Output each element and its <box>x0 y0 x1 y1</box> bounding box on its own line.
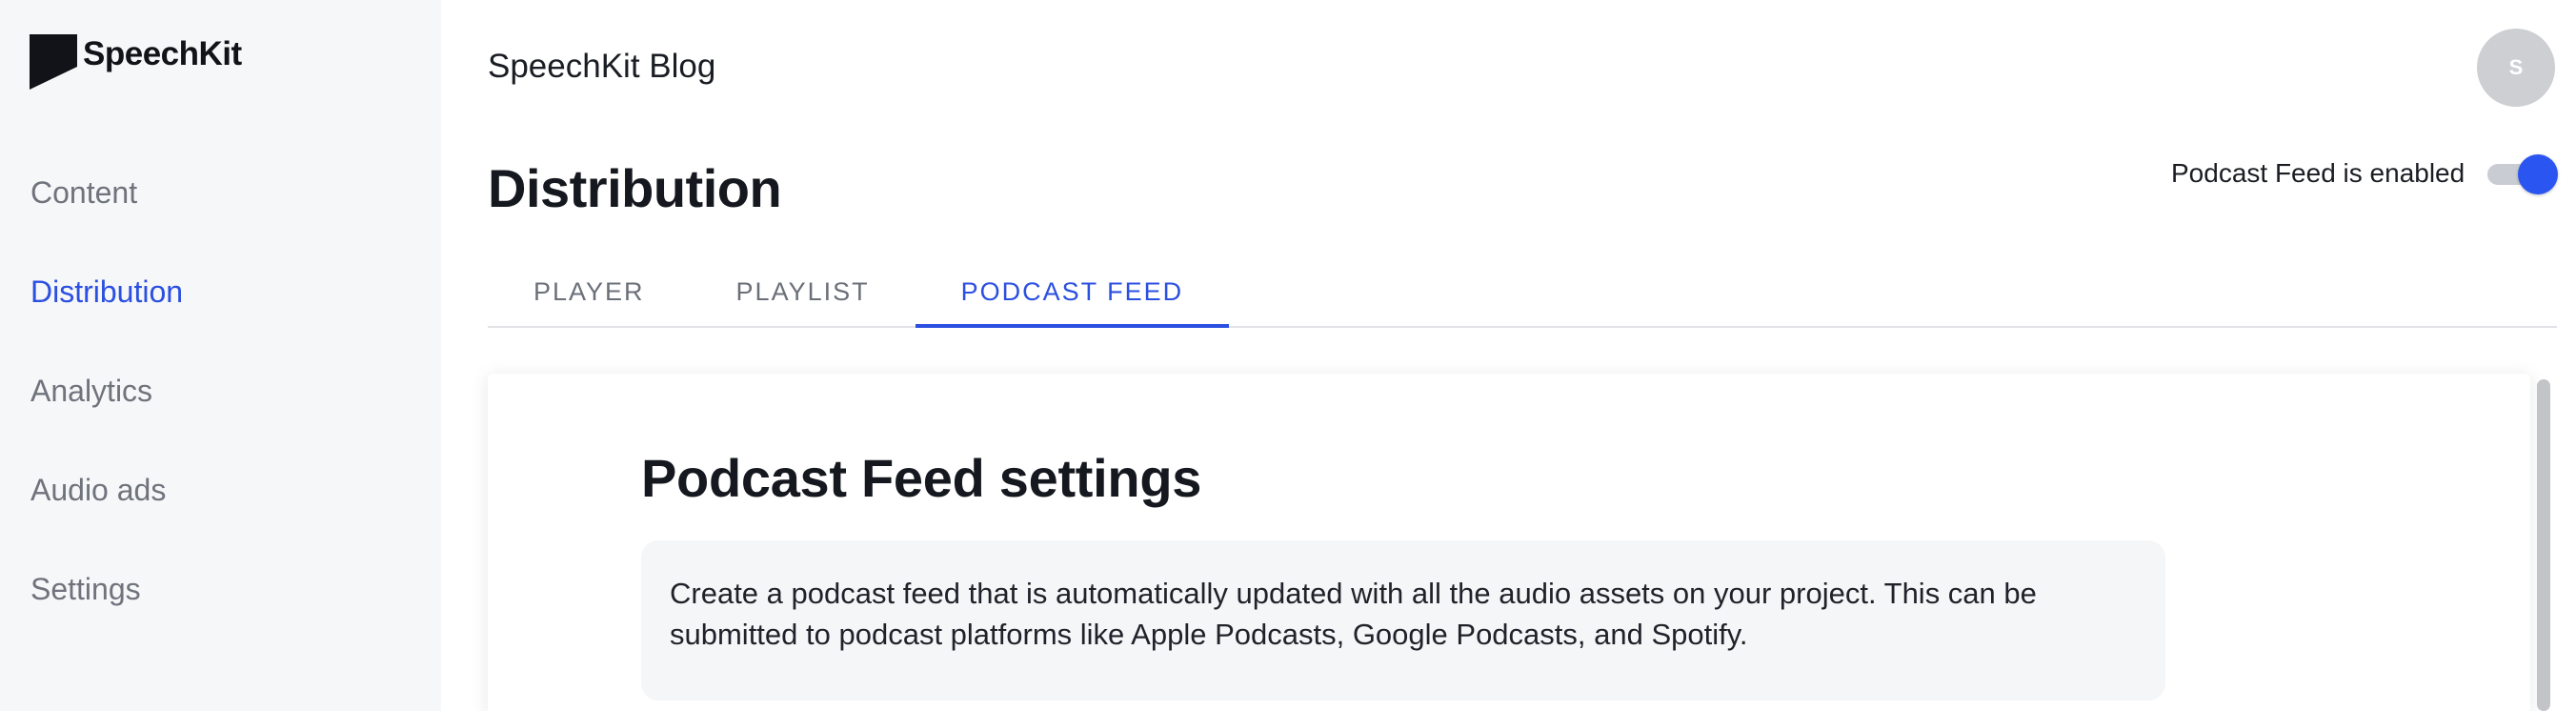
toggle-thumb <box>2518 154 2559 194</box>
app-window: SpeechKit Content Distribution Analytics… <box>0 0 2576 711</box>
main-content: SpeechKit Blog S Distribution Podcast Fe… <box>441 0 2576 711</box>
brand-name: SpeechKit <box>83 35 242 72</box>
tab-player[interactable]: PLAYER <box>488 257 691 326</box>
sidebar-item-content[interactable]: Content <box>30 164 183 263</box>
page-title: Distribution <box>488 158 782 218</box>
sidebar-item-analytics[interactable]: Analytics <box>30 362 183 461</box>
avatar-initial: S <box>2508 55 2524 79</box>
podcast-feed-status-label: Podcast Feed is enabled <box>2171 158 2465 188</box>
tab-playlist[interactable]: PLAYLIST <box>691 257 916 326</box>
sidebar-item-settings[interactable]: Settings <box>30 560 183 660</box>
podcast-feed-status: Podcast Feed is enabled <box>2171 152 2559 194</box>
tab-podcast-feed[interactable]: PODCAST FEED <box>915 257 1230 328</box>
speechkit-logo-icon <box>30 34 77 90</box>
sidebar-item-audio-ads[interactable]: Audio ads <box>30 461 183 560</box>
sidebar-nav: Content Distribution Analytics Audio ads… <box>30 164 183 660</box>
card-title: Podcast Feed settings <box>641 448 1202 508</box>
project-title: SpeechKit Blog <box>488 48 716 85</box>
info-description: Create a podcast feed that is automatica… <box>670 577 2037 651</box>
info-box: Create a podcast feed that is automatica… <box>641 540 2165 701</box>
user-avatar[interactable]: S <box>2477 29 2555 107</box>
podcast-feed-settings-card: Podcast Feed settings Create a podcast f… <box>488 374 2530 711</box>
brand-logo[interactable]: SpeechKit <box>30 34 242 90</box>
distribution-tabs: PLAYER PLAYLIST PODCAST FEED <box>488 257 2557 328</box>
sidebar: SpeechKit Content Distribution Analytics… <box>0 0 441 711</box>
content-scrollbar[interactable] <box>2537 379 2550 711</box>
sidebar-item-distribution[interactable]: Distribution <box>30 263 183 362</box>
podcast-feed-toggle[interactable] <box>2487 152 2559 194</box>
